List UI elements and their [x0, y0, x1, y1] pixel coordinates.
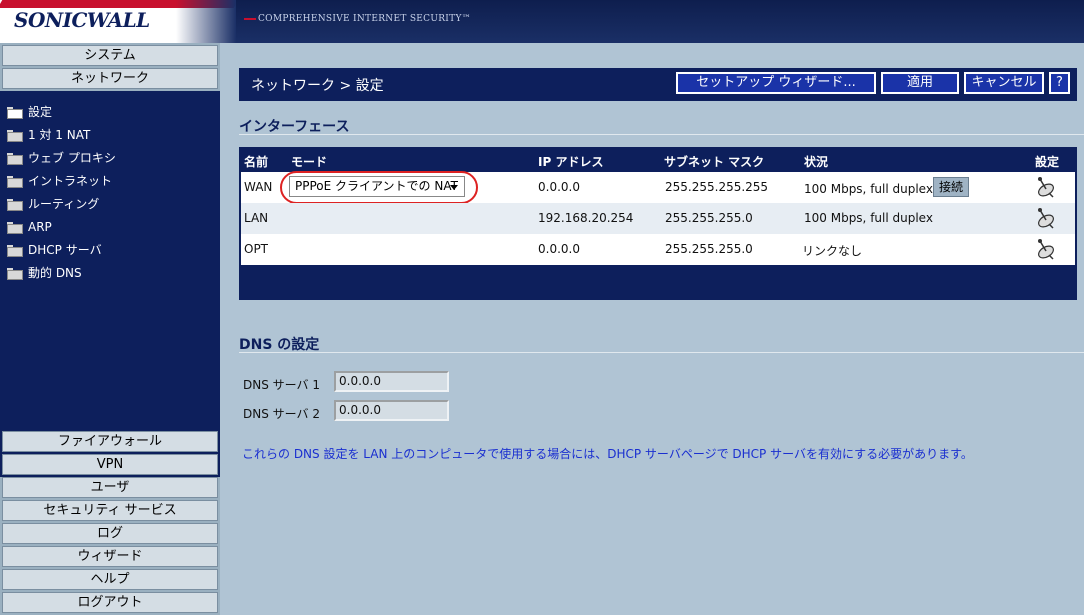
dns-note: これらの DNS 設定を LAN 上のコンピュータで使用する場合には、DHCP …: [242, 447, 973, 461]
table-row-wan: WAN PPPoE クライアントでの NAT 0.0.0.0 255.255.2…: [241, 171, 1075, 204]
row-name: LAN: [244, 211, 269, 225]
nav-system-button[interactable]: システム: [2, 45, 218, 66]
table-row-lan: LAN 192.168.20.254 255.255.255.0 100 Mbp…: [241, 203, 1075, 234]
nav-firewall-button[interactable]: ファイアウォール: [2, 431, 218, 452]
submenu-item-web-proxy[interactable]: ウェブ プロキシ: [7, 149, 116, 167]
red-highlight-annotation: [280, 171, 478, 204]
column-header-name: 名前: [244, 155, 269, 169]
folder-icon: [7, 153, 23, 165]
nav-vpn-button[interactable]: VPN: [2, 454, 218, 475]
dns-server-2-label: DNS サーバ 2: [243, 407, 320, 421]
folder-icon: [7, 176, 23, 188]
submenu-label: 動的 DNS: [28, 266, 82, 280]
nav-security-services-button[interactable]: セキュリティ サービス: [2, 500, 218, 521]
column-header-status: 状況: [804, 155, 829, 169]
network-submenu: 設定 1 対 1 NAT ウェブ プロキシ イントラネット ルーティング ARP…: [0, 91, 220, 477]
row-status: 100 Mbps, full duplex: [804, 211, 933, 225]
folder-icon: [7, 245, 23, 257]
apply-button[interactable]: 適用: [881, 72, 959, 94]
page-title: ネットワーク > 設定: [251, 78, 384, 94]
submenu-item-dhcp-server[interactable]: DHCP サーバ: [7, 241, 102, 259]
nav-logout-button[interactable]: ログアウト: [2, 592, 218, 613]
nav-log-button[interactable]: ログ: [2, 523, 218, 544]
header-bar: SONICWALL COMPREHENSIVE INTERNET SECURIT…: [0, 0, 1084, 43]
submenu-item-routing[interactable]: ルーティング: [7, 195, 99, 213]
row-ip: 192.168.20.254: [538, 211, 634, 225]
configure-satellite-icon[interactable]: [1035, 238, 1057, 260]
submenu-label: 1 対 1 NAT: [28, 128, 91, 142]
dns-server-1-field[interactable]: 0.0.0.0: [334, 371, 449, 392]
column-header-mode: モード: [291, 155, 328, 169]
row-status: リンクなし: [802, 244, 863, 258]
folder-icon: [7, 222, 23, 234]
connect-button[interactable]: 接続: [933, 177, 969, 197]
row-mask: 255.255.255.255: [665, 180, 769, 194]
divider: [239, 134, 1084, 135]
open-folder-icon: [7, 107, 23, 119]
submenu-label: ARP: [28, 220, 52, 234]
tagline-text: COMPREHENSIVE INTERNET SECURITY™: [258, 14, 471, 24]
sonicwall-logo: SONICWALL: [0, 0, 236, 43]
nav-help-button[interactable]: ヘルプ: [2, 569, 218, 590]
dns-server-1-label: DNS サーバ 1: [243, 378, 320, 392]
tagline: COMPREHENSIVE INTERNET SECURITY™: [244, 14, 471, 24]
column-header-subnet: サブネット マスク: [664, 155, 765, 169]
cancel-button[interactable]: キャンセル: [964, 72, 1044, 94]
nav-network-button[interactable]: ネットワーク: [2, 68, 218, 89]
column-header-config: 設定: [1035, 155, 1060, 169]
row-ip: 0.0.0.0: [538, 180, 580, 194]
row-mask: 255.255.255.0: [665, 242, 753, 256]
row-ip: 0.0.0.0: [538, 242, 580, 256]
submenu-label: ウェブ プロキシ: [28, 151, 116, 165]
row-name: OPT: [244, 242, 269, 256]
configure-satellite-icon[interactable]: [1035, 176, 1057, 198]
submenu-label: 設定: [28, 105, 53, 119]
folder-icon: [7, 268, 23, 280]
help-button[interactable]: ?: [1049, 72, 1070, 94]
page-title-bar: ネットワーク > 設定 セットアップ ウィザード... 適用 キャンセル ?: [239, 68, 1077, 101]
table-row-opt: OPT 0.0.0.0 255.255.255.0 リンクなし: [241, 234, 1075, 265]
submenu-label: イントラネット: [28, 174, 113, 188]
submenu-item-arp[interactable]: ARP: [7, 218, 52, 236]
dns-server-2-field[interactable]: 0.0.0.0: [334, 400, 449, 421]
folder-icon: [7, 130, 23, 142]
submenu-item-dynamic-dns[interactable]: 動的 DNS: [7, 264, 82, 282]
interfaces-table: 名前 モード IP アドレス サブネット マスク 状況 設定 WAN PPPoE…: [239, 147, 1077, 300]
sidebar: システム ネットワーク 設定 1 対 1 NAT ウェブ プロキシ イントラネッ…: [0, 43, 220, 615]
submenu-item-one-to-one-nat[interactable]: 1 対 1 NAT: [7, 126, 90, 144]
submenu-label: DHCP サーバ: [28, 243, 102, 257]
submenu-item-settings[interactable]: 設定: [7, 103, 52, 121]
logo-text: SONICWALL: [14, 8, 150, 32]
nav-wizard-button[interactable]: ウィザード: [2, 546, 218, 567]
folder-icon: [7, 199, 23, 211]
divider: [239, 352, 1084, 353]
setup-wizard-button[interactable]: セットアップ ウィザード...: [676, 72, 876, 94]
dns-heading: DNS の設定: [239, 337, 320, 353]
main-content: ネットワーク > 設定 セットアップ ウィザード... 適用 キャンセル ? イ…: [220, 43, 1084, 615]
row-mask: 255.255.255.0: [665, 211, 753, 225]
interfaces-heading: インターフェース: [239, 119, 350, 135]
submenu-label: ルーティング: [28, 197, 100, 211]
configure-satellite-icon[interactable]: [1035, 207, 1057, 229]
submenu-item-intranet[interactable]: イントラネット: [7, 172, 112, 190]
nav-users-button[interactable]: ユーザ: [2, 477, 218, 498]
row-name: WAN: [244, 180, 273, 194]
row-status: 100 Mbps, full duplex: [804, 182, 933, 196]
column-header-ip: IP アドレス: [538, 155, 604, 169]
